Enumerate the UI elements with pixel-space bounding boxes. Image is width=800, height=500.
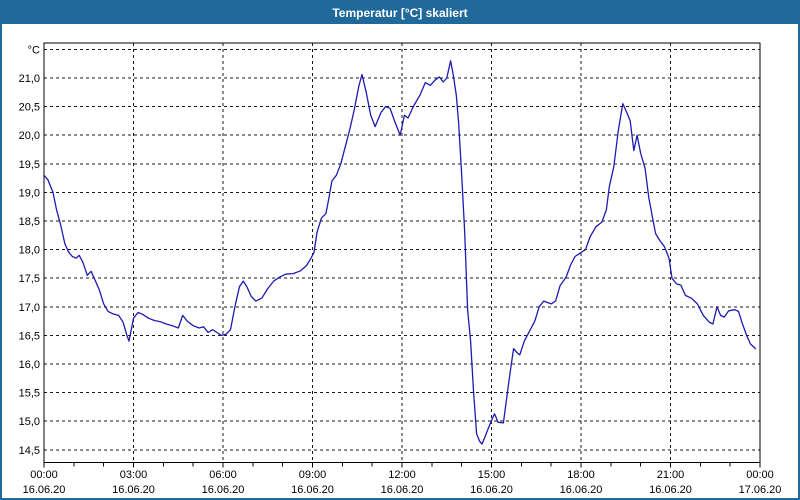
x-tick-time-label: 12:00: [388, 469, 416, 481]
y-tick-label: 20,5: [19, 102, 40, 114]
y-tick-label: 16,5: [19, 330, 40, 342]
y-tick-label: 15,0: [19, 416, 40, 428]
y-tick-label: 19,0: [19, 187, 40, 199]
x-tick-time-label: 15:00: [478, 469, 506, 481]
y-tick-label: 17,0: [19, 302, 40, 314]
y-tick-label: 17,5: [19, 273, 40, 285]
app-window: Temperatur [°C] skaliert °C 21,0 20,5 20,0 1…: [0, 0, 800, 500]
x-tick-time-label: 09:00: [299, 469, 327, 481]
x-tick-time-label: 03:00: [120, 469, 148, 481]
x-tick-date-label: 16.06.20: [202, 484, 245, 496]
y-tick-label: 18,0: [19, 245, 40, 257]
x-tick-date-label: 16.06.20: [23, 484, 66, 496]
x-tick-time-label: 00:00: [30, 469, 58, 481]
x-tick-date-label: 16.06.20: [291, 484, 334, 496]
y-tick-label: 19,5: [19, 159, 40, 171]
x-tick-time-label: 21:00: [657, 469, 685, 481]
y-tick-label: 21,0: [19, 73, 40, 85]
x-tick-date-label: 16.06.20: [112, 484, 155, 496]
x-tick-date-label: 16.06.20: [560, 484, 603, 496]
temperature-chart: °C 21,0 20,5 20,0 19,5 19,0 18,5 18,0 17,5 17,0 16…: [19, 42, 782, 496]
y-tick-label: 18,5: [19, 216, 40, 228]
x-tick-time-label: 18:00: [567, 469, 595, 481]
x-tick-date-label: 16.06.20: [470, 484, 513, 496]
y-tick-label: 14,5: [19, 445, 40, 457]
x-tick-date-label: 16.06.20: [649, 484, 692, 496]
x-tick-time-label: 00:00: [746, 469, 774, 481]
x-tick-time-label: 06:00: [209, 469, 237, 481]
x-tick-date-label: 16.06.20: [381, 484, 424, 496]
x-tick-date-label: 17.06.20: [739, 484, 782, 496]
y-tick-label: 16,0: [19, 359, 40, 371]
y-tick-label: 20,0: [19, 130, 40, 142]
y-tick-label: 15,5: [19, 388, 40, 400]
y-tick-label: °C: [28, 44, 40, 56]
